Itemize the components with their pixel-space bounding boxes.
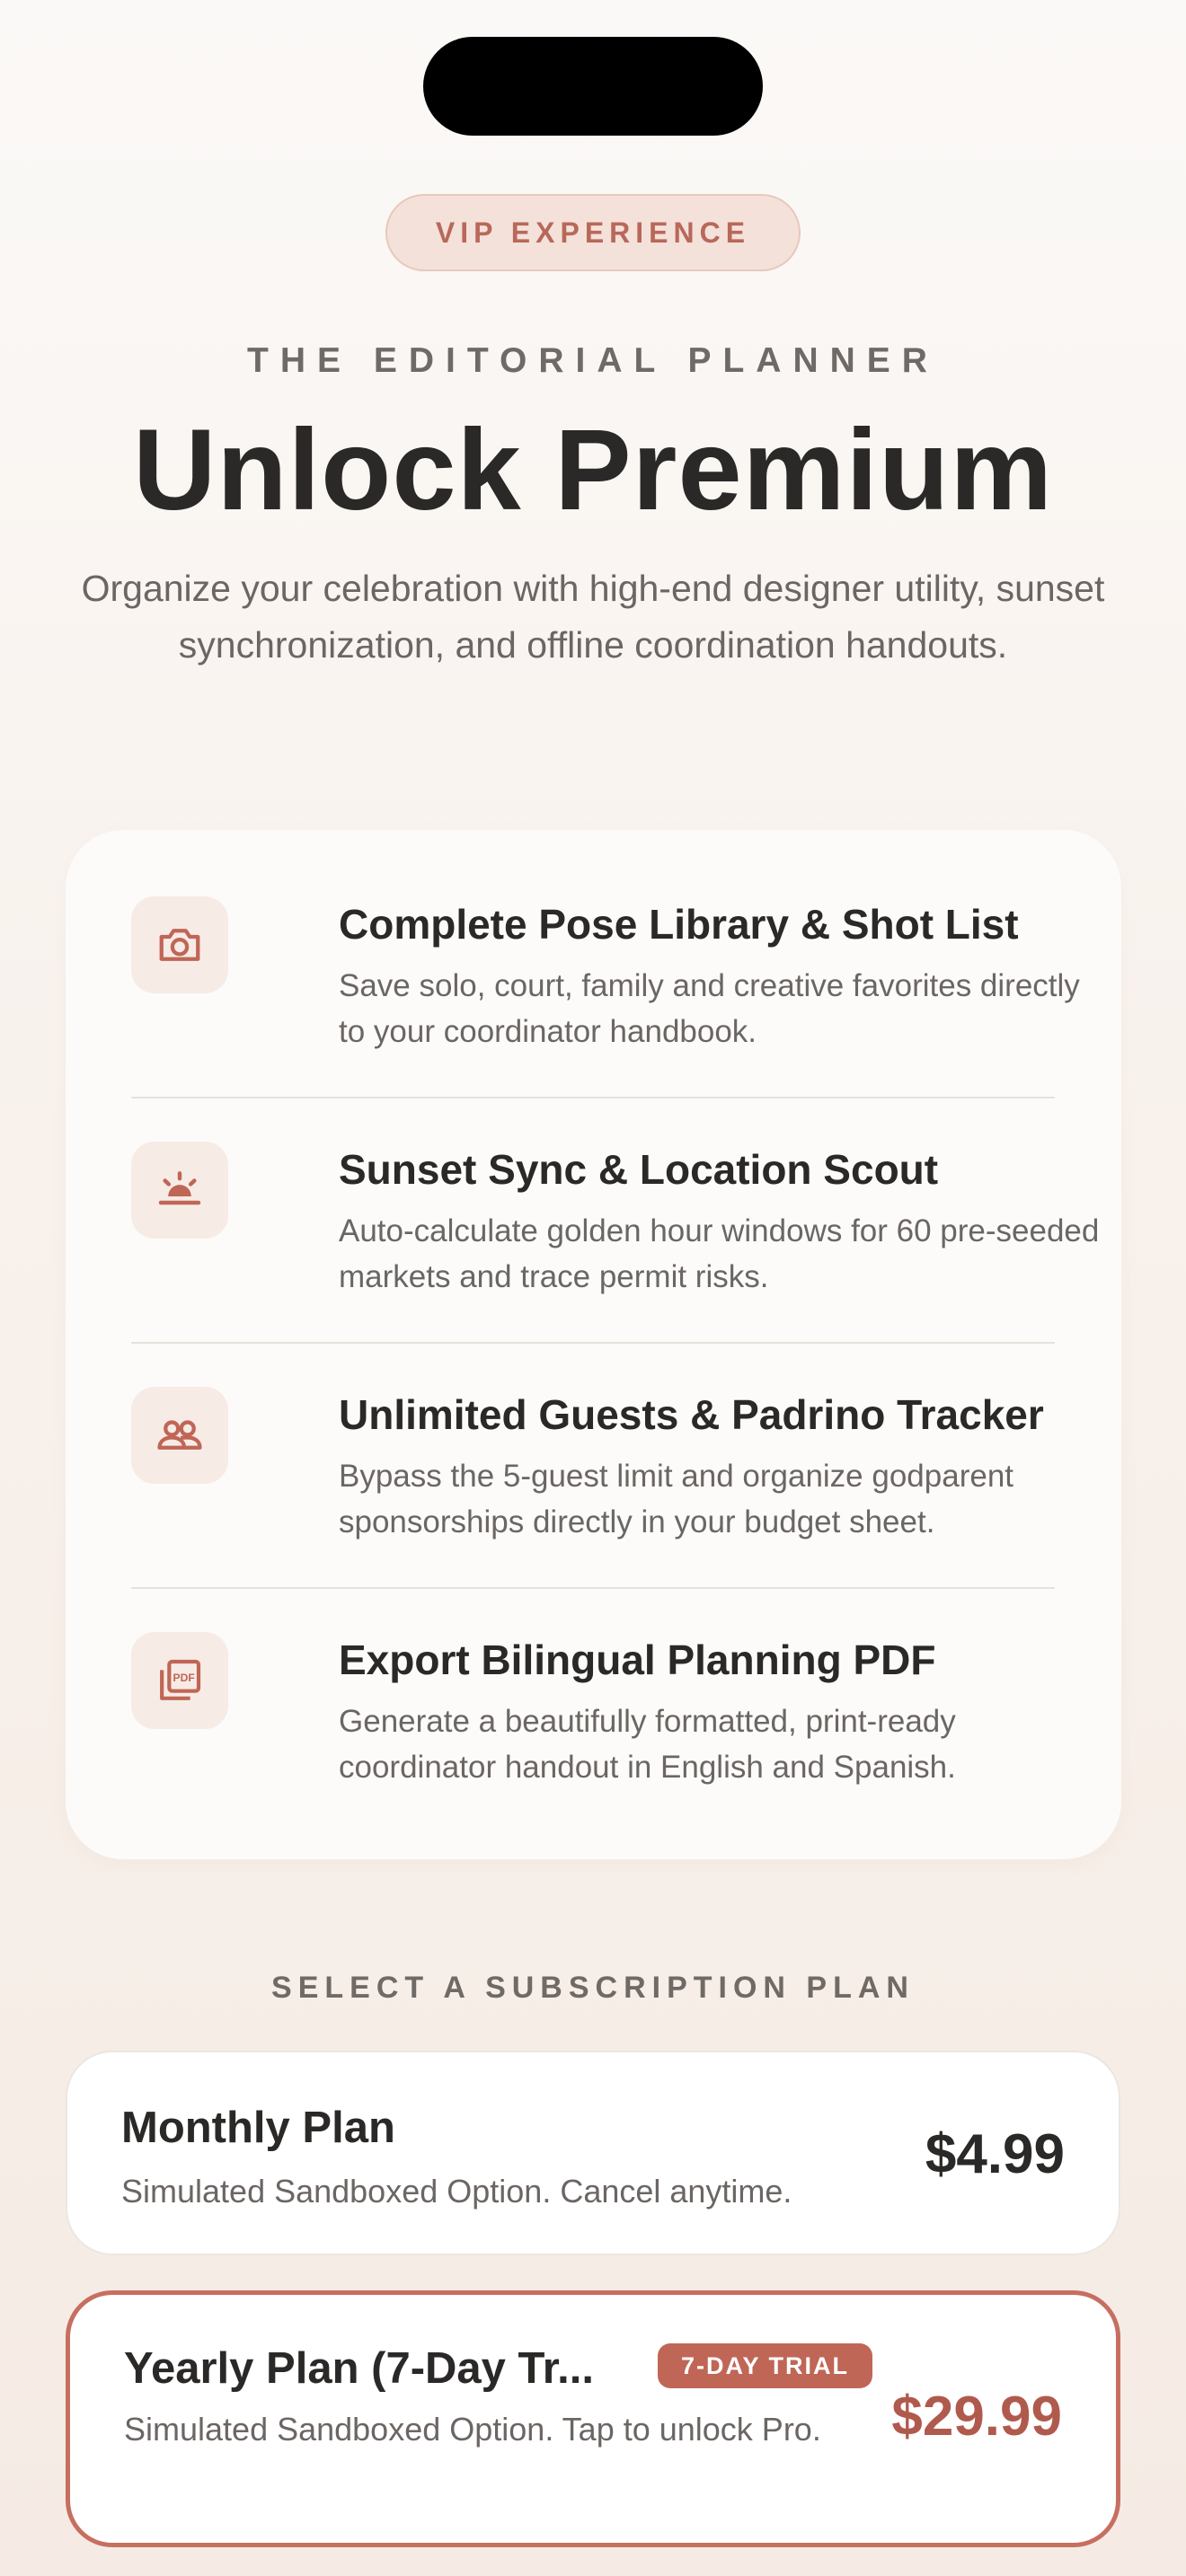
trial-badge: 7-DAY TRIAL [658,2343,873,2388]
yearly-plan-option[interactable]: Yearly Plan (7-Day Tr... 7-DAY TRIAL Sim… [66,2290,1120,2547]
feature-description: Auto-calculate golden hour windows for 6… [339,1213,1100,1294]
plan-description: Simulated Sandboxed Option. Cancel anyti… [121,2173,792,2210]
feature-pose-library: Complete Pose Library & Shot List Save s… [131,830,1120,1076]
feature-sunset-sync: Sunset Sync & Location Scout Auto-calcul… [131,1075,1120,1321]
feature-description: Generate a beautifully formatted, print-… [339,1704,956,1785]
sunset-icon [131,1142,228,1239]
camera-icon [131,896,228,993]
feature-title: Export Bilingual Planning PDF [339,1636,936,1683]
feature-title: Unlimited Guests & Padrino Tracker [339,1391,1044,1438]
plan-name: Monthly Plan [121,2104,395,2152]
plan-description: Simulated Sandboxed Option. Tap to unloc… [124,2411,821,2448]
plans-section-label: SELECT A SUBSCRIPTION PLAN [271,1971,915,2005]
vip-badge: VIP EXPERIENCE [385,194,801,271]
plan-price: $4.99 [925,2123,1065,2185]
feature-description: Bypass the 5-guest limit and organize go… [339,1459,1014,1539]
page-subtitle: Organize your celebration with high-end … [81,568,1105,666]
features-card: Complete Pose Library & Shot List Save s… [66,830,1121,1859]
page-title: Unlock Premium [132,406,1054,534]
feature-guest-tracker: Unlimited Guests & Padrino Tracker Bypas… [131,1320,1120,1566]
feature-title: Sunset Sync & Location Scout [339,1146,939,1193]
feature-description: Save solo, court, family and creative fa… [339,968,1080,1049]
dynamic-island [423,37,763,136]
svg-text:PDF: PDF [173,1672,195,1684]
plan-price: $29.99 [891,2386,1062,2448]
users-icon [131,1387,228,1484]
feature-export-pdf: PDF Export Bilingual Planning PDF Genera… [131,1566,1120,1812]
eyebrow-label: THE EDITORIAL PLANNER [247,341,939,380]
feature-title: Complete Pose Library & Shot List [339,901,1019,948]
plan-name: Yearly Plan (7-Day Tr... [124,2344,594,2393]
pdf-icon: PDF [131,1632,228,1729]
monthly-plan-option[interactable]: Monthly Plan Simulated Sandboxed Option.… [66,2051,1120,2255]
